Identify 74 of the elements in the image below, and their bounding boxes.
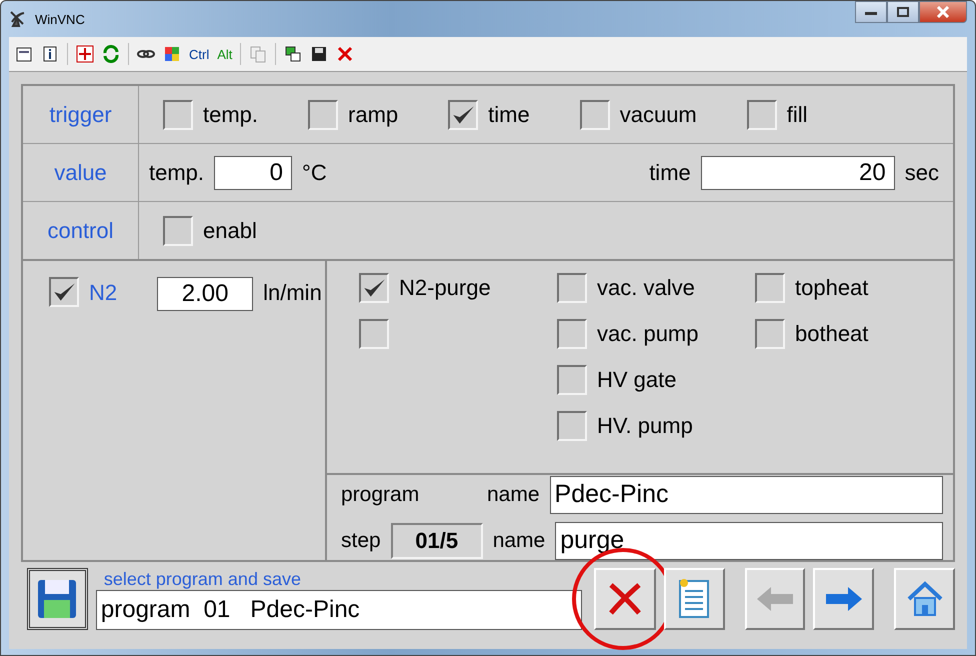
right-arrow-icon	[824, 584, 864, 614]
checkbox[interactable]	[746, 100, 777, 130]
field-label: temp.	[149, 160, 204, 186]
program-select-field[interactable]: program 01 Pdec-Pinc	[96, 590, 582, 630]
checkbox-label: botheat	[795, 321, 868, 347]
checkbox-label: time	[488, 102, 530, 128]
row-label: control	[23, 202, 139, 259]
checkbox[interactable]	[557, 319, 587, 349]
checkbox[interactable]	[359, 273, 389, 303]
hint-label: select program and save	[102, 569, 302, 590]
close-icon	[936, 6, 950, 18]
maximize-icon	[897, 7, 909, 17]
checkbox-label: fill	[786, 102, 808, 128]
ctrl-key-button[interactable]: Ctrl	[189, 46, 210, 62]
alt-key-button[interactable]: Alt	[217, 46, 232, 62]
checkbox[interactable]	[49, 277, 79, 307]
left-arrow-icon	[755, 584, 796, 614]
program-name-field[interactable]: Pdec-Pinc	[550, 476, 943, 514]
step-label: step	[341, 528, 381, 552]
checkbox-label: N2-purge	[399, 275, 491, 301]
row-label: value	[23, 144, 139, 202]
transfer-icon[interactable]	[284, 45, 302, 63]
number-field[interactable]: 0	[214, 156, 292, 190]
close-button[interactable]	[919, 1, 967, 23]
close-icon[interactable]	[336, 45, 354, 63]
fullscreen-icon[interactable]	[76, 45, 94, 63]
checkbox-label: temp.	[203, 102, 258, 128]
checkbox[interactable]	[557, 411, 587, 441]
info-icon[interactable]	[41, 45, 59, 63]
new-document-button[interactable]	[664, 568, 725, 630]
checkbox-label: vac. valve	[597, 275, 695, 301]
checkbox[interactable]	[755, 273, 785, 303]
checkbox[interactable]	[163, 216, 193, 246]
program-label: program	[341, 482, 420, 506]
unit-label: ln/min	[263, 279, 322, 307]
flow-field[interactable]: 2.00	[157, 277, 254, 311]
checkbox-label: HV gate	[597, 367, 676, 393]
back-button[interactable]	[744, 568, 806, 630]
step-name-field[interactable]: purge	[555, 522, 943, 560]
windows-flag-icon[interactable]	[163, 45, 181, 63]
maximize-button[interactable]	[887, 1, 919, 23]
forward-button[interactable]	[813, 568, 874, 630]
checkbox-label: enabl	[203, 218, 257, 244]
window-title: WinVNC	[35, 12, 85, 26]
home-button[interactable]	[894, 568, 956, 630]
save-button[interactable]	[27, 568, 88, 630]
name-label: name	[487, 482, 540, 506]
step-counter: 01/5	[390, 522, 483, 558]
properties-icon[interactable]	[15, 45, 33, 63]
refresh-icon[interactable]	[102, 45, 120, 63]
unit-label: °C	[302, 160, 327, 186]
gas-label: N2	[89, 279, 118, 307]
save-icon[interactable]	[310, 45, 328, 63]
checkbox[interactable]	[580, 100, 610, 130]
checkbox[interactable]	[448, 100, 478, 130]
name-label: name	[492, 528, 546, 552]
unit-label: sec	[904, 160, 939, 186]
checkbox-label: vacuum	[620, 102, 697, 128]
field-label: time	[649, 160, 691, 186]
number-field[interactable]: 20	[700, 156, 895, 190]
checkbox[interactable]	[755, 319, 785, 349]
checkbox[interactable]	[308, 100, 338, 130]
checkbox[interactable]	[359, 319, 389, 349]
checkbox[interactable]	[557, 273, 587, 303]
checkbox[interactable]	[557, 365, 587, 395]
minimize-button[interactable]	[855, 1, 887, 23]
minimize-icon	[865, 9, 877, 15]
checkbox[interactable]	[163, 100, 193, 130]
checkbox-label: vac. pump	[597, 321, 698, 347]
row-label: trigger	[23, 86, 139, 144]
checkbox-label: topheat	[795, 275, 868, 301]
checkbox-label: HV. pump	[597, 413, 693, 439]
delete-button[interactable]	[594, 568, 656, 630]
checkbox-label: ramp	[348, 102, 398, 128]
